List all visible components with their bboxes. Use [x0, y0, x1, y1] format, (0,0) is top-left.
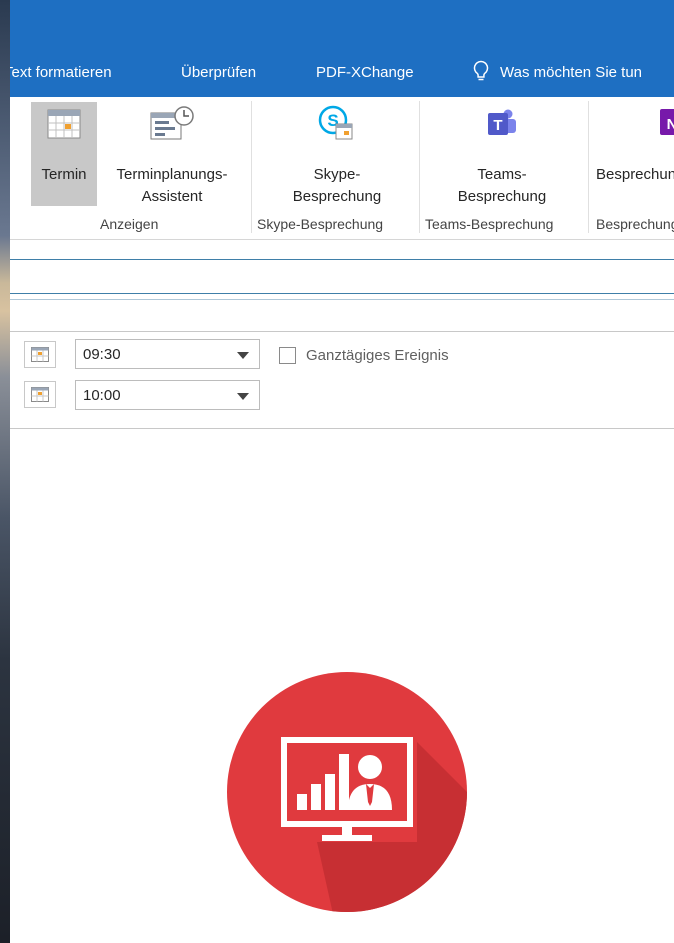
svg-text:N: N: [667, 116, 674, 133]
group-label-teams: Teams-Besprechung: [425, 216, 554, 232]
tell-me-text: Was möchten Sie tun: [500, 64, 643, 81]
location-field-border: [10, 293, 674, 294]
outlook-appointment-window: Text formatieren Überprüfen PDF-XChange …: [10, 0, 674, 943]
teams-icon: T: [488, 109, 516, 135]
scheduling-assistant-button[interactable]: Terminplanungs- Assistent: [98, 102, 246, 206]
calendar-icon: [31, 347, 49, 362]
subject-field-border: [10, 259, 674, 260]
tab-pdf-xchange[interactable]: PDF-XChange: [316, 64, 414, 81]
scheduling-assistant-icon: [150, 106, 194, 140]
onenote-meeting-button[interactable]: N Besprechung: [594, 102, 674, 206]
teams-label-line1: Teams-: [477, 166, 527, 183]
end-time-select[interactable]: 10:00: [75, 380, 260, 410]
onenote-label: Besprechung: [596, 166, 674, 183]
end-time-value: 10:00: [83, 387, 121, 404]
location-field-border-lower: [10, 299, 674, 300]
time-section-border: [10, 331, 674, 332]
skype-meeting-button[interactable]: S Skype- Besprechung: [272, 102, 402, 206]
ribbon: Termin Terminplanungs- Assistent Anzeige…: [10, 97, 674, 240]
all-day-checkbox[interactable]: [279, 347, 296, 364]
skype-icon: S: [318, 105, 353, 140]
termin-button[interactable]: Termin: [31, 102, 97, 206]
start-time-value: 09:30: [83, 346, 121, 363]
ribbon-tab-bar: Text formatieren Überprüfen PDF-XChange …: [10, 0, 674, 97]
calendar-icon: [31, 387, 49, 402]
scheduling-label-line1: Terminplanungs-: [116, 166, 228, 183]
teams-meeting-button[interactable]: T Teams- Besprechung: [428, 102, 576, 206]
skype-label-line2: Besprechung: [292, 188, 382, 205]
tab-review[interactable]: Überprüfen: [181, 64, 256, 81]
body-section-border: [10, 428, 674, 429]
group-label-skype: Skype-Besprechung: [257, 216, 384, 232]
svg-text:T: T: [493, 117, 502, 134]
group-label-anzeigen: Anzeigen: [100, 216, 159, 232]
tab-format-text[interactable]: Text formatieren: [10, 64, 112, 81]
group-label-onenote: Besprechung: [596, 216, 674, 232]
group-separator: [588, 101, 589, 233]
chevron-down-icon: [237, 393, 249, 400]
end-date-picker-button[interactable]: [24, 381, 56, 408]
presentation-monitor-icon: [227, 672, 467, 912]
calendar-icon: [47, 109, 81, 139]
skype-label-line1: Skype-: [313, 166, 361, 183]
termin-label: Termin: [41, 166, 87, 183]
group-separator: [419, 101, 420, 233]
all-day-label: Ganztägiges Ereignis: [306, 347, 449, 364]
desktop-background: [0, 0, 10, 943]
lightbulb-icon: [473, 60, 489, 81]
start-date-picker-button[interactable]: [24, 341, 56, 368]
teams-label-line2: Besprechung: [457, 188, 547, 205]
chevron-down-icon: [237, 352, 249, 359]
group-separator: [251, 101, 252, 233]
scheduling-label-line2: Assistent: [141, 188, 203, 205]
start-time-select[interactable]: 09:30: [75, 339, 260, 369]
onenote-icon: N: [660, 109, 674, 135]
